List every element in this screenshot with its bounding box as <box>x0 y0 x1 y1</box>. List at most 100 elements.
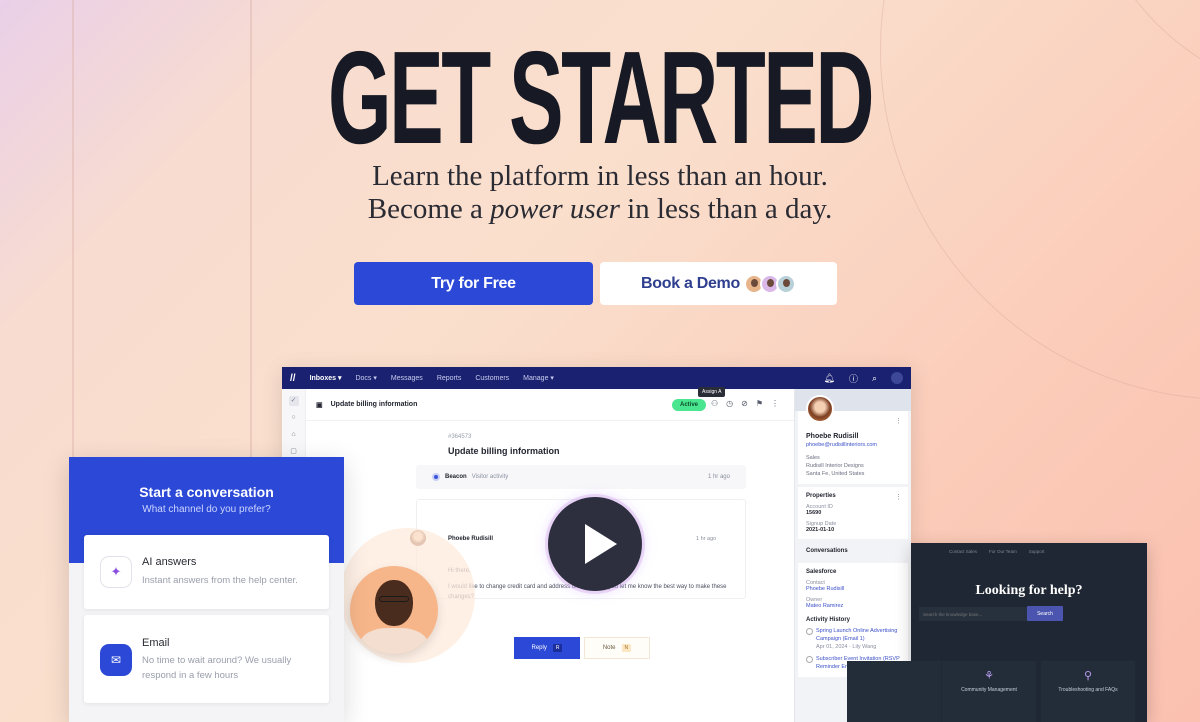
presenter-photo <box>350 566 438 654</box>
widget-subtitle: What channel do you prefer? <box>142 504 271 515</box>
presenter-head <box>375 580 413 626</box>
book-a-demo-button[interactable]: Book a Demo <box>600 262 837 305</box>
help-nav-item[interactable]: Contact Sales <box>949 549 977 554</box>
conversation-type-icon: ▣ <box>316 401 323 409</box>
mail-icon: ✉ <box>100 644 132 676</box>
tile-label: Troubleshooting and FAQs <box>1058 687 1118 693</box>
activity-meta: Apr 01, 2024 · Lily Wang <box>816 644 877 650</box>
beacon-activity-row[interactable]: Beacon Visitor activity 1 hr ago <box>416 465 746 489</box>
flag-icon[interactable]: ⚑ <box>756 399 763 408</box>
presenter-body <box>360 628 428 654</box>
nav-item-messages[interactable]: Messages <box>391 375 423 382</box>
help-tile-troubleshooting[interactable]: ⚲ Troubleshooting and FAQs <box>1041 661 1135 722</box>
properties-card: Properties ⋮ Account ID 15690 Signup Dat… <box>798 487 908 539</box>
customer-card: ⋮ Phoebe Rudisill phoebe@rudisillinterio… <box>798 395 908 484</box>
help-nav-item[interactable]: For Our Team <box>989 549 1017 554</box>
customer-name: Phoebe Rudisill <box>806 433 859 440</box>
contact-link[interactable]: Phoebe Rudisill <box>806 586 900 592</box>
avatar <box>806 395 834 423</box>
subtitle-text: in less than a day. <box>619 193 833 225</box>
inbox-icon[interactable]: ⌂ <box>289 430 299 440</box>
help-title: Looking for help? <box>975 583 1083 598</box>
help-tile-community[interactable]: ⚘ Community Management <box>942 661 1036 722</box>
message-time: 1 hr ago <box>696 536 717 542</box>
customer-company: Rudisill Interior Designs <box>806 463 864 469</box>
ai-answers-option[interactable]: ✦ AI answers Instant answers from the he… <box>84 535 329 609</box>
help-search-input[interactable] <box>919 607 1027 621</box>
try-for-free-button[interactable]: Try for Free <box>354 262 593 305</box>
nav-item-docs[interactable]: Docs ▾ <box>355 374 376 382</box>
help-icon[interactable]: ⓘ <box>849 372 858 385</box>
avatar <box>775 273 796 294</box>
conversations-card: Conversations <box>798 542 908 560</box>
subtitle-emphasis: power user <box>490 193 620 225</box>
salesforce-title: Salesforce <box>806 569 837 575</box>
note-label: Note <box>602 645 616 651</box>
tag-icon[interactable]: ⊘ <box>741 399 748 408</box>
chat-widget: Start a conversation What channel do you… <box>69 457 344 722</box>
search-icon[interactable]: ⌕ <box>872 373 877 384</box>
note-button[interactable]: Note N <box>584 637 650 659</box>
hero-subtitle-line1: Learn the platform in less than an hour. <box>372 160 828 192</box>
option-desc: No time to wait around? We usually respo… <box>142 655 292 681</box>
demo-team-avatars <box>743 273 796 294</box>
bell-icon[interactable]: 🔔︎ <box>824 373 835 384</box>
owner-link[interactable]: Mateo Ramirez <box>806 603 900 609</box>
tooltip-text: Assign <box>702 389 718 395</box>
nav-item-inboxes[interactable]: Inboxes ▾ <box>310 374 342 382</box>
more-icon[interactable]: ⋮ <box>895 493 902 501</box>
clock-icon[interactable]: ◷ <box>726 399 733 408</box>
avatar[interactable] <box>891 372 903 384</box>
reply-label: Reply <box>531 645 547 651</box>
conversation-header-title: Update billing information <box>330 401 418 408</box>
reply-button[interactable]: Reply R <box>514 637 580 659</box>
community-icon: ⚘ <box>984 670 994 682</box>
help-tile[interactable] <box>847 661 941 722</box>
nav-item-reports[interactable]: Reports <box>437 375 462 382</box>
tile-label: Community Management <box>961 687 1017 693</box>
conversation-actions: ⚇ ◷ ⊘ ⚑ ⋮ <box>711 399 779 408</box>
properties-title: Properties <box>806 493 836 499</box>
sparkle-icon: ✦ <box>100 556 132 588</box>
troubleshooting-icon: ⚲ <box>1083 670 1093 682</box>
hero-title: GET STARTED <box>327 24 875 171</box>
beacon-time: 1 hr ago <box>707 474 730 480</box>
widget-title: Start a conversation <box>139 484 274 500</box>
chat-icon[interactable]: ○ <box>289 413 299 423</box>
salesforce-card: Salesforce Contact Phoebe Rudisill Owner… <box>798 563 908 677</box>
email-option[interactable]: ✉ Email No time to wait around? We usual… <box>84 615 329 703</box>
property-value: 15690 <box>806 510 822 516</box>
option-title: Email <box>142 637 170 649</box>
tooltip-key: A <box>718 389 722 395</box>
option-title: AI answers <box>142 556 197 568</box>
more-icon[interactable]: ⋮ <box>895 417 902 425</box>
conversations-title: Conversations <box>806 548 848 554</box>
help-center-preview: Contact Sales For Our Team Support Looki… <box>847 543 1147 722</box>
logo-icon[interactable]: // <box>290 373 296 384</box>
book-a-demo-label: Book a Demo <box>641 274 740 292</box>
beacon-source: Beacon <box>445 474 467 480</box>
activity-item[interactable]: Spring Launch Online Advertising Campaig… <box>806 627 900 651</box>
nav-item-manage[interactable]: Manage ▾ <box>523 374 554 382</box>
option-desc: Instant answers from the help center. <box>142 575 298 586</box>
activity-title: Spring Launch Online Advertising Campaig… <box>816 628 898 642</box>
check-icon[interactable]: ✓ <box>288 396 299 406</box>
beacon-label: Visitor activity <box>471 474 509 480</box>
ticket-title: Update billing information <box>448 446 560 456</box>
presenter-glasses <box>379 596 409 602</box>
assign-tooltip: Assign A <box>698 387 726 397</box>
assign-icon[interactable]: ⚇ <box>711 399 718 408</box>
help-nav-item[interactable]: Support <box>1029 549 1045 554</box>
app-top-nav: // Inboxes ▾ Docs ▾ Messages Reports Cus… <box>282 367 911 389</box>
note-shortcut: N <box>621 644 632 652</box>
play-video-button[interactable] <box>548 497 642 591</box>
status-badge[interactable]: Active <box>672 399 707 411</box>
more-icon[interactable]: ⋮ <box>771 399 779 408</box>
hero-subtitle: Learn the platform in less than an hour.… <box>0 160 1200 226</box>
help-search-button[interactable]: Search <box>1027 606 1063 621</box>
customer-location: Santa Fe, United States <box>806 471 865 477</box>
reply-shortcut: R <box>552 644 563 652</box>
message-author: Phoebe Rudisill <box>448 536 494 542</box>
doc-icon[interactable]: ▢ <box>289 447 299 457</box>
nav-item-customers[interactable]: Customers <box>475 375 509 382</box>
